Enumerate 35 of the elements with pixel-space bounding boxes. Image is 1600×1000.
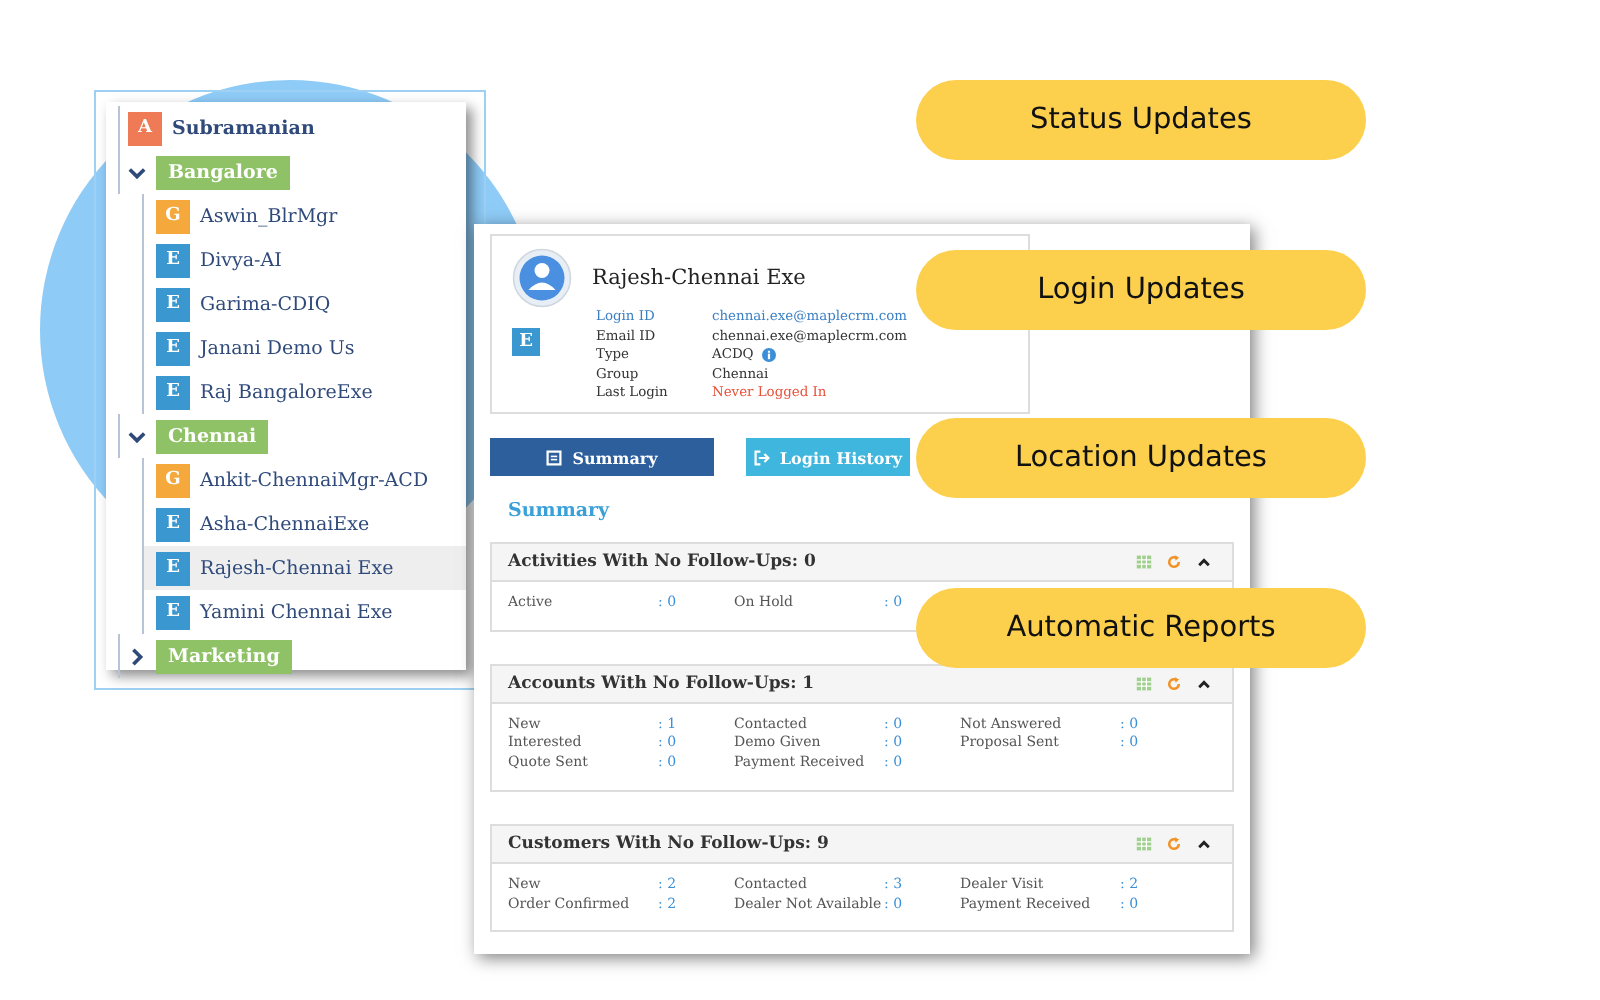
role-badge: E bbox=[156, 551, 190, 585]
tree-item[interactable]: Subramanian bbox=[172, 117, 315, 139]
tree-item[interactable]: E Raj BangaloreExe bbox=[144, 370, 466, 414]
section-title: Summary bbox=[508, 500, 612, 522]
tree-item[interactable]: E Janani Demo Us bbox=[144, 326, 466, 370]
feature-label: Login Updates bbox=[916, 249, 1366, 329]
role-badge: E bbox=[156, 287, 190, 321]
login-history-button[interactable]: Login History bbox=[746, 438, 910, 476]
tree-item[interactable]: E Asha-ChennaiExe bbox=[144, 502, 466, 546]
card-title: Customers With No Follow-Ups: 9 bbox=[508, 833, 831, 854]
role-badge: E bbox=[156, 375, 190, 409]
tree-item[interactable]: E Garima-CDIQ bbox=[144, 282, 466, 326]
role-badge: E bbox=[156, 331, 190, 365]
group-label[interactable]: Chennai bbox=[156, 419, 269, 453]
card-title: Accounts With No Follow-Ups: 1 bbox=[508, 673, 817, 694]
tree-item[interactable]: G Ankit-ChennaiMgr-ACD bbox=[144, 458, 466, 502]
feature-label: Location Updates bbox=[916, 418, 1366, 498]
role-badge: E bbox=[156, 595, 190, 629]
user-name: Rajesh-Chennai Exe bbox=[592, 266, 806, 290]
role-badge: E bbox=[156, 243, 190, 277]
card-title: Activities With No Follow-Ups: 0 bbox=[508, 552, 818, 572]
role-badge: A bbox=[128, 111, 162, 145]
role-badge: E bbox=[512, 328, 540, 356]
summary-button[interactable]: Summary bbox=[490, 438, 714, 476]
role-badge: G bbox=[156, 463, 190, 497]
role-badge: G bbox=[156, 199, 190, 233]
tree-item[interactable]: E Yamini Chennai Exe bbox=[144, 590, 466, 634]
tree-item[interactable]: E Divya-AI bbox=[144, 238, 466, 282]
tree-item[interactable]: E Rajesh-Chennai Exe bbox=[144, 546, 466, 590]
tree-item[interactable]: G Aswin_BlrMgr bbox=[144, 194, 466, 238]
feature-label: Status Updates bbox=[916, 80, 1366, 160]
feature-label: Automatic Reports bbox=[916, 587, 1366, 667]
role-badge: E bbox=[156, 507, 190, 541]
group-label[interactable]: Bangalore bbox=[156, 155, 290, 189]
group-label[interactable]: Marketing bbox=[156, 639, 292, 673]
